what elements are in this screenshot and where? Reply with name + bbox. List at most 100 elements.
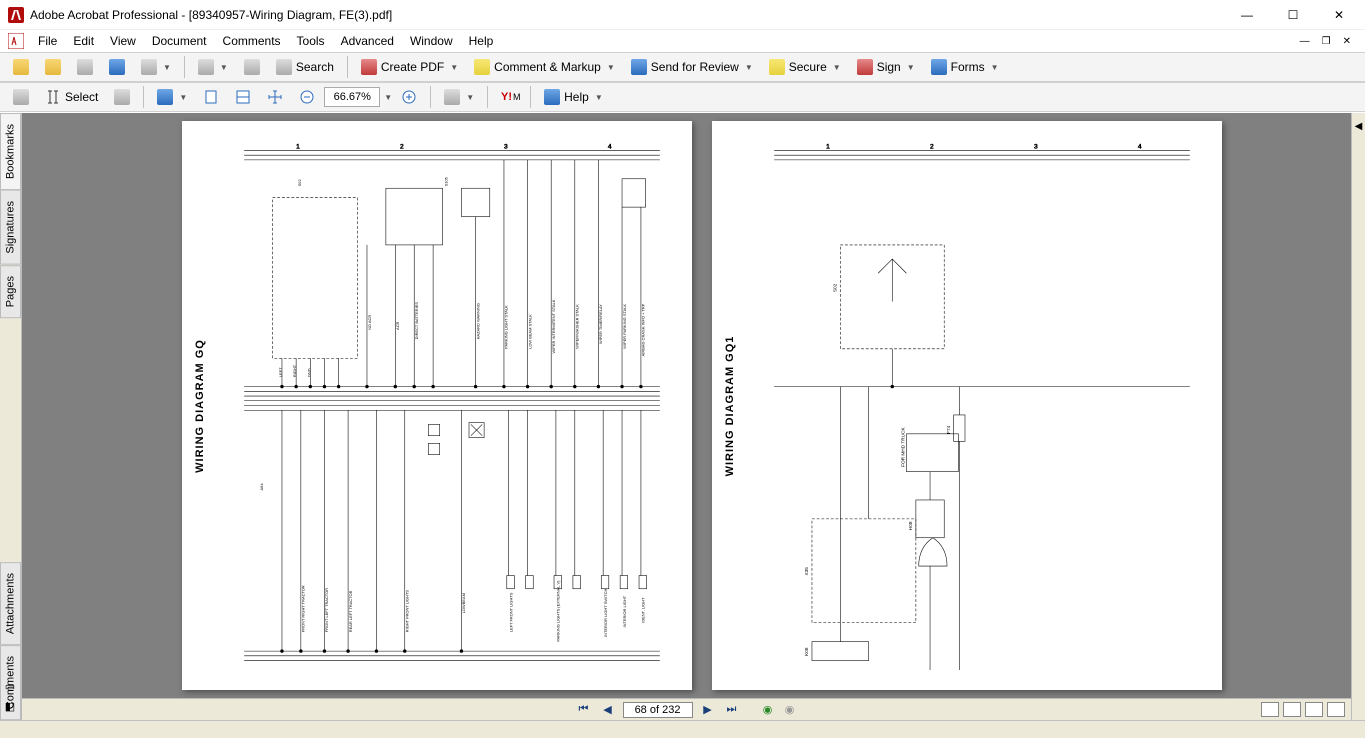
forms-icon: [931, 59, 947, 75]
lock-icon: [769, 59, 785, 75]
separator: [347, 56, 348, 78]
clipboard-button[interactable]: [237, 55, 267, 79]
chevron-down-icon: ▼: [450, 63, 458, 72]
zoom-out-button[interactable]: [292, 85, 322, 109]
next-page-button[interactable]: ▶: [699, 701, 717, 719]
send-review-button[interactable]: Send for Review▼: [624, 55, 760, 79]
menu-help[interactable]: Help: [461, 32, 502, 50]
create-pdf-label: Create PDF: [381, 60, 444, 74]
search-button[interactable]: Search: [269, 55, 341, 79]
svg-text:DIRECT BATTERIES: DIRECT BATTERIES: [414, 302, 419, 340]
snapshot-tool-button[interactable]: [107, 85, 137, 109]
zoom-in-tool-button[interactable]: ▼: [150, 85, 194, 109]
chevron-down-icon: ▼: [991, 63, 999, 72]
svg-text:REAR LEFT TRACTOR: REAR LEFT TRACTOR: [348, 590, 353, 632]
page-nav-center: ⏮ ◀ ▶ ⏭ ◉ ◉: [575, 701, 799, 719]
tab-attachments[interactable]: Attachments: [0, 562, 21, 645]
mdi-close-button[interactable]: ✕: [1339, 36, 1355, 47]
plus-circle-icon: [401, 89, 417, 105]
tab-signatures[interactable]: Signatures: [0, 190, 21, 265]
camera-icon: [114, 89, 130, 105]
separator: [143, 86, 144, 108]
continuous-facing-button[interactable]: [1327, 702, 1345, 717]
menu-edit[interactable]: Edit: [65, 32, 102, 50]
actual-size-button[interactable]: [260, 85, 290, 109]
organizer-button[interactable]: ▼: [134, 55, 178, 79]
select-tool-button[interactable]: Select: [38, 85, 105, 109]
attach-button[interactable]: ▼: [191, 55, 235, 79]
text-cursor-icon: [45, 89, 61, 105]
svg-text:F74: F74: [946, 425, 952, 434]
svg-text:IDENT. LIGHT: IDENT. LIGHT: [641, 597, 646, 623]
document-area[interactable]: WIRING DIAGRAM GQ 1 2 3 4: [22, 113, 1351, 720]
svg-text:WIPER INTERMITENT STALK: WIPER INTERMITENT STALK: [551, 299, 556, 353]
close-button[interactable]: ✕: [1325, 5, 1353, 25]
email-button[interactable]: [102, 55, 132, 79]
previous-view-button[interactable]: ◉: [759, 701, 777, 719]
fit-width-button[interactable]: [228, 85, 258, 109]
hand-tool-button[interactable]: [6, 85, 36, 109]
zoom-dropdown[interactable]: ▼: [384, 93, 392, 102]
forms-button[interactable]: Forms▼: [924, 55, 1006, 79]
chevron-down-icon: ▼: [745, 63, 753, 72]
window-title: Adobe Acrobat Professional - [89340957-W…: [30, 8, 1233, 22]
view-history: ◉ ◉: [759, 701, 799, 719]
print-button[interactable]: [70, 55, 100, 79]
panel-options-icon[interactable]: ▭: [2, 680, 18, 696]
menu-comments[interactable]: Comments: [215, 32, 289, 50]
binoculars-icon: [276, 59, 292, 75]
minimize-button[interactable]: —: [1233, 5, 1261, 25]
create-pdf-icon: [361, 59, 377, 75]
page-title-right: WIRING DIAGRAM GQ1: [724, 335, 736, 476]
svg-text:3: 3: [504, 144, 508, 151]
next-view-button[interactable]: ◉: [781, 701, 799, 719]
create-pdf-button[interactable]: Create PDF ▼: [354, 55, 465, 79]
last-page-button[interactable]: ⏭: [723, 701, 741, 719]
minus-circle-icon: [299, 89, 315, 105]
svg-text:FRONT LEFT TRACTOR: FRONT LEFT TRACTOR: [324, 588, 329, 632]
mdi-minimize-button[interactable]: —: [1296, 36, 1314, 47]
menu-window[interactable]: Window: [402, 32, 461, 50]
svg-text:Y!: Y!: [501, 91, 512, 103]
panel-toggle-icon[interactable]: ◧: [2, 700, 18, 716]
right-panel-collapse[interactable]: ◀: [1351, 113, 1365, 720]
yahoo-button[interactable]: Y!M: [494, 85, 524, 109]
facing-button[interactable]: [1305, 702, 1323, 717]
first-page-button[interactable]: ⏮: [575, 701, 593, 719]
menu-view[interactable]: View: [102, 32, 144, 50]
menu-file[interactable]: File: [30, 32, 65, 50]
zoom-input[interactable]: [324, 87, 380, 107]
svg-text:S02: S02: [297, 179, 302, 186]
svg-text:WIPER PARKING STALK: WIPER PARKING STALK: [622, 304, 627, 349]
mdi-restore-button[interactable]: ❐: [1318, 36, 1335, 47]
tab-pages[interactable]: Pages: [0, 265, 21, 318]
comment-markup-button[interactable]: Comment & Markup▼: [467, 55, 622, 79]
menu-tools[interactable]: Tools: [289, 32, 333, 50]
chevron-down-icon: ▼: [595, 93, 603, 102]
prev-page-button[interactable]: ◀: [599, 701, 617, 719]
help-button[interactable]: Help▼: [537, 85, 610, 109]
zoom-in-button[interactable]: [394, 85, 424, 109]
page-number-input[interactable]: [623, 702, 693, 718]
secure-label: Secure: [789, 60, 827, 74]
continuous-button[interactable]: [1283, 702, 1301, 717]
menu-document[interactable]: Document: [144, 32, 215, 50]
maximize-button[interactable]: ☐: [1279, 5, 1307, 25]
open-button[interactable]: [6, 55, 36, 79]
sign-button[interactable]: Sign▼: [850, 55, 922, 79]
svg-text:GND: GND: [306, 368, 311, 377]
save-button[interactable]: [38, 55, 68, 79]
svg-text:FRONT RIGHT TRACTOR: FRONT RIGHT TRACTOR: [301, 585, 306, 632]
pdf-page-left: WIRING DIAGRAM GQ 1 2 3 4: [182, 121, 692, 690]
toolbar-view: Select ▼ ▼ ▼ Y!M Help▼: [0, 82, 1365, 112]
single-page-button[interactable]: [1261, 702, 1279, 717]
folder-save-icon: [45, 59, 61, 75]
separator: [430, 86, 431, 108]
fit-page-button[interactable]: [196, 85, 226, 109]
wiring-diagram-right: 1 2 3 4: [762, 141, 1202, 670]
secure-button[interactable]: Secure▼: [762, 55, 848, 79]
tab-bookmarks[interactable]: Bookmarks: [0, 113, 21, 190]
menu-advanced[interactable]: Advanced: [333, 32, 402, 50]
chevron-down-icon: ▼: [220, 63, 228, 72]
rotate-button[interactable]: ▼: [437, 85, 481, 109]
